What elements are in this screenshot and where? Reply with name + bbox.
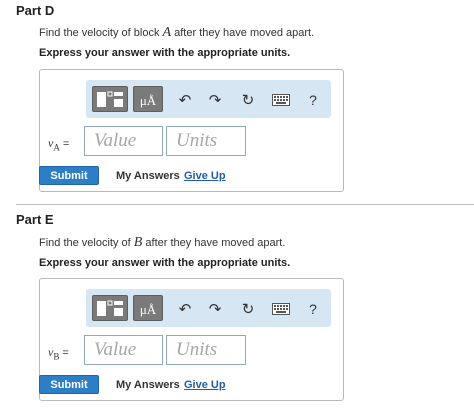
give-up-link[interactable]: Give Up [184, 379, 226, 391]
submit-button[interactable]: Submit [39, 166, 99, 185]
part-d-question: Find the velocity of block A after they … [39, 25, 314, 41]
units-icon[interactable]: μÅ [133, 295, 163, 321]
units-icon[interactable]: μÅ [133, 86, 163, 112]
part-e-question: Find the velocity of B after they have m… [39, 235, 285, 251]
undo-icon[interactable]: ↶ [175, 299, 195, 319]
reset-icon[interactable]: ↻ [238, 299, 258, 319]
question-text-pre: Find the velocity of [39, 237, 134, 249]
help-icon[interactable]: ? [303, 299, 323, 319]
redo-icon[interactable]: ↷ [205, 90, 225, 110]
undo-icon[interactable]: ↶ [175, 90, 195, 110]
keyboard-icon[interactable] [271, 299, 291, 319]
my-answers-link[interactable]: My Answers [116, 379, 180, 391]
question-text-pre: Find the velocity of block [39, 27, 163, 39]
variable-label: vA = [48, 136, 69, 152]
help-icon[interactable]: ? [303, 90, 323, 110]
units-symbol: μÅ [140, 93, 157, 108]
question-text-post: after they have moved apart. [142, 237, 286, 249]
part-e-instruction: Express your answer with the appropriate… [39, 257, 291, 269]
part-e-title: Part E [16, 212, 54, 227]
equals-sign: = [62, 347, 69, 359]
reset-icon[interactable]: ↻ [238, 90, 258, 110]
question-text-post: after they have moved apart. [171, 27, 315, 39]
units-input[interactable]: Units [166, 126, 246, 156]
section-divider [16, 204, 474, 205]
variable-subscript: B [53, 351, 60, 362]
part-d-title: Part D [16, 3, 55, 18]
question-variable: A [162, 25, 172, 40]
templates-icon[interactable] [92, 295, 128, 321]
submit-button[interactable]: Submit [39, 375, 99, 394]
math-toolbar: μÅ ↶ ↷ ↻ ? [86, 80, 331, 118]
variable-label: vB = [48, 345, 69, 361]
redo-icon[interactable]: ↷ [205, 299, 225, 319]
math-toolbar: μÅ ↶ ↷ ↻ ? [86, 289, 331, 327]
units-input[interactable]: Units [166, 335, 246, 365]
part-d-instruction: Express your answer with the appropriate… [39, 47, 291, 59]
variable-subscript: A [53, 142, 60, 153]
units-symbol: μÅ [140, 302, 157, 317]
templates-icon[interactable] [92, 86, 128, 112]
give-up-link[interactable]: Give Up [184, 170, 226, 182]
value-input[interactable]: Value [84, 126, 163, 156]
value-input[interactable]: Value [84, 335, 163, 365]
keyboard-icon[interactable] [271, 90, 291, 110]
my-answers-link[interactable]: My Answers [116, 170, 180, 182]
equals-sign: = [62, 138, 70, 150]
